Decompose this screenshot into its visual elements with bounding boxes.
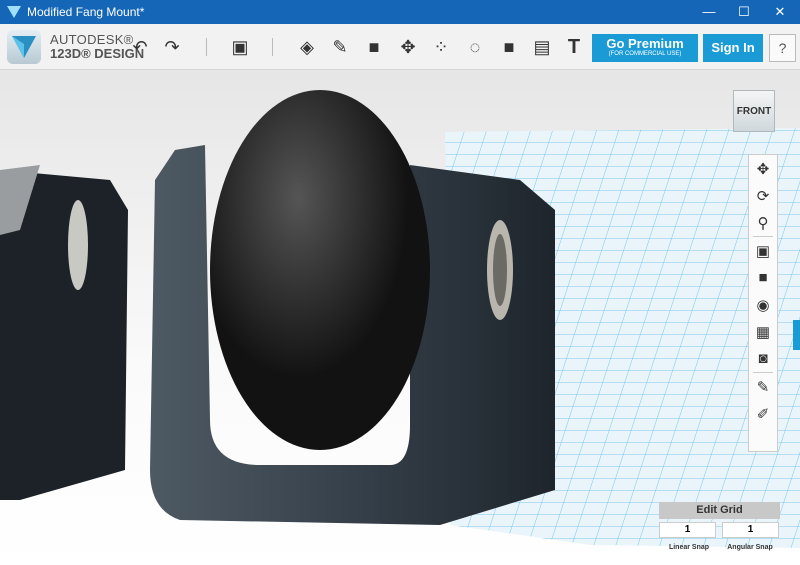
redo-button[interactable]: ↷ <box>159 34 185 60</box>
app-icon <box>7 30 41 64</box>
wheel <box>210 90 430 450</box>
modify-icon[interactable]: ■ <box>361 34 387 60</box>
material-edit-icon[interactable]: ✐ <box>749 400 777 427</box>
pattern-icon[interactable]: ⁘ <box>428 34 454 60</box>
sketch-icon[interactable]: ◈ <box>294 34 320 60</box>
construct-icon[interactable]: ✎ <box>327 34 353 60</box>
angular-snap-input[interactable]: 1 <box>722 522 779 538</box>
minimize-button[interactable]: — <box>692 0 726 24</box>
zoom-icon[interactable]: ⚲ <box>749 209 777 236</box>
app-logo-icon <box>7 6 21 18</box>
grid-panel: Edit Grid 1 1 Linear Snap Angular Snap <box>659 502 780 551</box>
group-icon[interactable]: ◌ <box>462 34 488 60</box>
premium-label: Go Premium <box>606 36 684 51</box>
text-tool-button[interactable]: T <box>561 34 587 60</box>
go-premium-button[interactable]: Go Premium (FOR COMMERCIAL USE) <box>592 34 698 62</box>
transform-icon[interactable]: ✥ <box>395 34 421 60</box>
side-panel-toggle[interactable] <box>793 320 800 350</box>
view-cube[interactable]: FRONT <box>733 90 775 132</box>
material-icon[interactable]: ▦ <box>749 318 777 345</box>
visibility-icon[interactable]: ◉ <box>749 291 777 318</box>
navigation-bar: ✥ ⟳ ⚲ ▣ ■ ◉ ▦ ◙ ✎ ✐ <box>748 154 778 452</box>
3d-viewport[interactable]: FRONT ✥ ⟳ ⚲ ▣ ■ ◉ ▦ ◙ ✎ ✐ Edit Grid 1 1 … <box>0 70 800 565</box>
combine-icon[interactable]: ■ <box>496 34 522 60</box>
maximize-button[interactable]: ☐ <box>727 0 761 24</box>
undo-button[interactable]: ↶ <box>127 34 153 60</box>
orbit-icon[interactable]: ⟳ <box>749 182 777 209</box>
primitives-icon[interactable]: ▣ <box>227 34 253 60</box>
divider <box>206 38 207 56</box>
divider <box>272 38 273 56</box>
measure-icon[interactable]: ▤ <box>529 34 555 60</box>
brand[interactable]: AUTODESK® 123D® DESIGN <box>7 30 144 64</box>
pan-icon[interactable]: ✥ <box>749 155 777 182</box>
window-title: Modified Fang Mount* <box>27 5 145 19</box>
premium-sublabel: (FOR COMMERCIAL USE) <box>608 51 682 57</box>
snap-icon[interactable]: ✎ <box>749 373 777 400</box>
camera-icon[interactable]: ◙ <box>749 345 777 372</box>
view-mode-icon[interactable]: ■ <box>749 264 777 291</box>
main-toolbar: AUTODESK® 123D® DESIGN ↶ ↷ ▣ ◈ ✎ ■ ✥ ⁘ ◌… <box>0 24 800 70</box>
angular-snap-label: Angular Snap <box>727 544 773 551</box>
model-scene <box>0 90 800 548</box>
fit-icon[interactable]: ▣ <box>749 237 777 264</box>
linear-snap-input[interactable]: 1 <box>659 522 716 538</box>
linear-snap-label: Linear Snap <box>668 544 710 551</box>
edit-grid-button[interactable]: Edit Grid <box>659 502 780 519</box>
close-button[interactable]: ✕ <box>763 0 797 24</box>
title-bar: Modified Fang Mount* — ☐ ✕ <box>0 0 800 24</box>
help-button[interactable]: ? <box>769 34 796 62</box>
sign-in-button[interactable]: Sign In <box>703 34 763 62</box>
